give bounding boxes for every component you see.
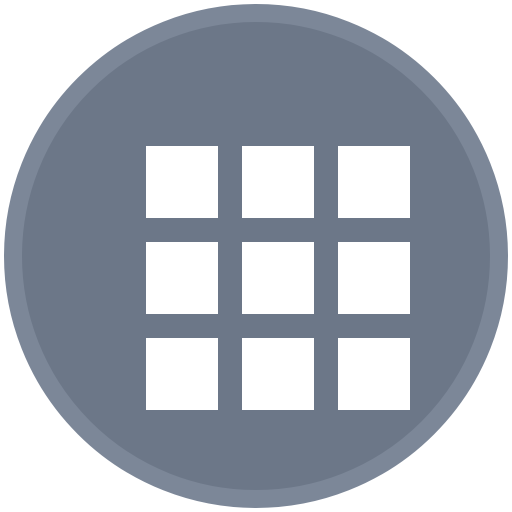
grid-tile [242, 146, 314, 218]
screen [0, 0, 512, 512]
grid-3x3-icon [146, 146, 410, 410]
grid-tile [242, 242, 314, 314]
grid-tile [242, 338, 314, 410]
app-drawer-label [22, 22, 23, 23]
grid-tile [338, 146, 410, 218]
grid-tile [146, 242, 218, 314]
app-drawer-button[interactable] [4, 4, 508, 508]
grid-tile [146, 146, 218, 218]
grid-tile [338, 338, 410, 410]
grid-tile [146, 338, 218, 410]
grid-tile [338, 242, 410, 314]
